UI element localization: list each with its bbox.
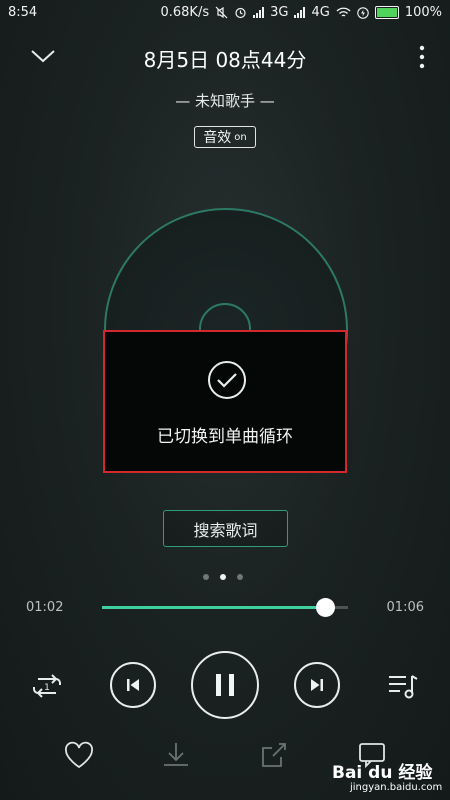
charging-icon [357, 6, 369, 19]
signal-3g-icon [253, 7, 265, 18]
battery-icon [374, 6, 399, 19]
signal-4g-icon [294, 7, 306, 18]
page-indicator [203, 574, 243, 580]
skip-previous-icon [127, 679, 139, 691]
alarm-icon [235, 7, 246, 19]
pause-icon [216, 674, 234, 696]
pause-button[interactable] [191, 651, 259, 719]
next-track-button[interactable] [294, 662, 340, 708]
more-options-icon[interactable] [417, 44, 427, 70]
status-bar: 8:54 0.68K/s 3G 4G 100% [0, 0, 450, 26]
status-icons: 0.68K/s 3G 4G 100% [160, 5, 442, 20]
sound-effect-label: 音效 [203, 130, 232, 146]
checkmark-circle-icon [208, 361, 246, 399]
network-4g-label: 4G [311, 5, 330, 20]
playlist-icon[interactable] [387, 672, 419, 700]
watermark-url: jingyan.baidu.com [350, 782, 443, 793]
page-dot-active[interactable] [220, 574, 226, 580]
page-dot[interactable] [203, 574, 209, 580]
mode-toast: 已切换到单曲循环 [103, 330, 347, 473]
total-time: 01:06 [386, 600, 424, 615]
watermark-brand: Bai du 经验 [332, 763, 433, 783]
skip-next-icon [311, 679, 323, 691]
progress-fill [102, 606, 326, 609]
page-dot[interactable] [237, 574, 243, 580]
net-speed: 0.68K/s [160, 5, 210, 20]
download-icon[interactable] [161, 740, 191, 770]
wifi-icon [336, 7, 351, 17]
share-icon[interactable] [259, 740, 289, 770]
mute-icon [215, 6, 228, 19]
repeat-one-icon[interactable]: 1 [30, 672, 64, 700]
network-3g-label: 3G [270, 5, 289, 20]
sound-effect-state: on [234, 131, 247, 143]
battery-level: 100% [404, 5, 442, 20]
previous-track-button[interactable] [110, 662, 156, 708]
favorite-heart-icon[interactable] [63, 741, 95, 769]
artist-name: — 未知歌手 — [175, 92, 275, 110]
status-time: 8:54 [8, 5, 38, 20]
baidu-jingyan-watermark: Bai du 经验 jingyan.baidu.com [332, 748, 442, 796]
search-lyrics-button[interactable]: 搜索歌词 [163, 510, 288, 547]
svg-text:1: 1 [44, 683, 50, 693]
elapsed-time: 01:02 [26, 600, 64, 615]
progress-bar[interactable] [102, 598, 348, 617]
song-title: 8月5日 08点44分 [143, 48, 307, 72]
progress-thumb[interactable] [316, 598, 336, 617]
sound-effect-toggle[interactable]: 音效 on [194, 126, 256, 148]
toast-message: 已切换到单曲循环 [157, 427, 293, 447]
